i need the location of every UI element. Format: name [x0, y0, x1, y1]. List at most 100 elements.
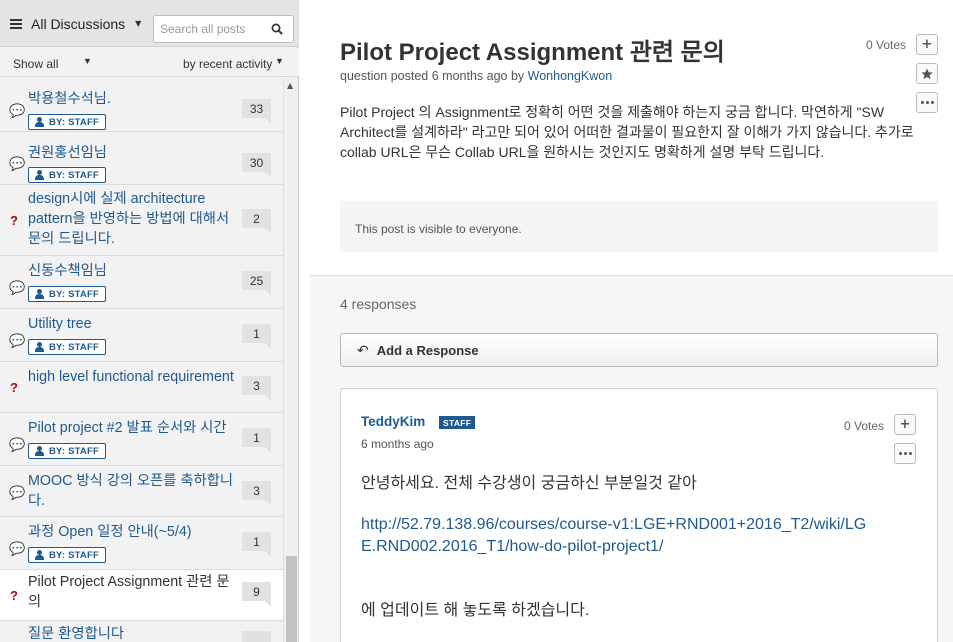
response-more-actions-button[interactable]: [894, 443, 916, 464]
thread-title[interactable]: 질문 환영합니다: [28, 624, 238, 642]
staff-badge: BY: STAFF: [28, 114, 106, 130]
staff-badge: BY: STAFF: [28, 443, 106, 459]
thread-item[interactable]: 질문 환영합니다: [0, 621, 283, 642]
comment-count: 2: [242, 209, 271, 234]
discussion-icon: 💬: [9, 281, 26, 296]
question-icon: ?: [10, 213, 18, 228]
post-author-link[interactable]: WonhongKwon: [528, 69, 613, 83]
thread-title[interactable]: 박용철수석님.: [28, 89, 238, 109]
post-meta: question posted 6 months ago by WonhongK…: [340, 69, 612, 83]
thread-title[interactable]: 권원홍선임님: [28, 143, 238, 163]
thread-detail: Pilot Project Assignment 관련 문의 question …: [310, 0, 953, 642]
thread-title[interactable]: design시에 실제 architecture pattern을 반영하는 방…: [28, 189, 238, 249]
post-title: Pilot Project Assignment 관련 문의: [340, 39, 725, 66]
search-icon[interactable]: [266, 16, 288, 42]
thread-item[interactable]: 💬 박용철수석님. BY: STAFF 33: [0, 78, 283, 132]
response-card: TeddyKim STAFF 6 months ago 0 Votes + 안녕…: [340, 388, 938, 642]
browse-topics-button[interactable]: All Discussions ▼: [0, 8, 146, 39]
discussion-icon: 💬: [9, 438, 26, 453]
filter-bar: Show all ▼ by recent activity ▼: [0, 48, 299, 77]
responses-count: 4 responses: [340, 296, 417, 312]
caret-down-icon[interactable]: ▼: [83, 56, 92, 66]
thread-item[interactable]: 💬 과정 Open 일정 안내(~5/4) BY: STAFF 1: [0, 517, 283, 570]
post-meta-text: question posted 6 months ago by: [340, 69, 525, 83]
more-dots-icon: [898, 452, 912, 455]
post-follow-button[interactable]: [916, 63, 938, 84]
user-icon: [35, 342, 44, 352]
response-timestamp: 6 months ago: [361, 437, 434, 451]
comment-count: 3: [242, 481, 271, 506]
search-box: [153, 15, 294, 43]
user-icon: [35, 446, 44, 456]
thread-item[interactable]: 💬 Pilot project #2 발표 순서와 시간 BY: STAFF 1: [0, 413, 283, 466]
thread-title[interactable]: high level functional requirement: [28, 367, 238, 387]
show-filter-select[interactable]: Show all: [13, 57, 58, 71]
thread-item[interactable]: ? high level functional requirement 3: [0, 362, 283, 413]
user-icon: [35, 117, 44, 127]
staff-badge: BY: STAFF: [28, 286, 106, 302]
user-icon: [35, 289, 44, 299]
thread-item[interactable]: 💬 권원홍선임님 BY: STAFF 30: [0, 132, 283, 185]
thread-list-scrollbar[interactable]: ▲: [283, 78, 298, 642]
plus-icon: +: [899, 417, 911, 432]
thread-item[interactable]: ? design시에 실제 architecture pattern을 반영하는…: [0, 185, 283, 256]
thread-item[interactable]: 💬 Utility tree BY: STAFF 1: [0, 309, 283, 362]
thread-item[interactable]: 💬 MOOC 방식 강의 오픈를 축하합니다. 3: [0, 466, 283, 517]
comment-count: 25: [242, 271, 271, 296]
response-wiki-link[interactable]: http://52.79.138.96/courses/course-v1:LG…: [361, 514, 881, 558]
scrollbar-thumb[interactable]: [286, 556, 297, 642]
comment-count: 1: [242, 324, 271, 349]
caret-down-icon[interactable]: ▼: [275, 56, 284, 66]
staff-badge: BY: STAFF: [28, 167, 106, 183]
response-vote-button[interactable]: +: [894, 414, 916, 435]
star-icon: [921, 68, 933, 79]
comment-count: [242, 631, 271, 642]
post-vote-button[interactable]: +: [916, 34, 938, 55]
thread-title[interactable]: Pilot Project Assignment 관련 문의: [28, 572, 238, 612]
scroll-up-arrow-icon[interactable]: ▲: [287, 81, 293, 90]
response-author-link[interactable]: TeddyKim: [361, 414, 425, 429]
thread-title[interactable]: Pilot project #2 발표 순서와 시간: [28, 418, 238, 438]
thread-title[interactable]: Utility tree: [28, 314, 238, 334]
thread-list: 💬 박용철수석님. BY: STAFF 33 💬 권원홍선임님 BY: STAF…: [0, 78, 283, 642]
comment-count: 3: [242, 376, 271, 401]
comment-count: 9: [242, 582, 271, 607]
comment-count: 1: [242, 532, 271, 557]
response-vote-count: 0 Votes: [844, 419, 885, 433]
thread-title[interactable]: 신동수책임님: [28, 261, 238, 281]
responses-section: 4 responses ↶ Add a Response TeddyKim ST…: [310, 276, 953, 642]
plus-icon: +: [921, 37, 933, 52]
add-response-label: Add a Response: [376, 342, 479, 358]
staff-badge: BY: STAFF: [28, 547, 106, 563]
thread-title[interactable]: 과정 Open 일정 안내(~5/4): [28, 522, 238, 542]
post-visibility-notice: This post is visible to everyone.: [340, 201, 938, 252]
search-input[interactable]: [154, 16, 266, 42]
reply-icon: ↶: [357, 341, 369, 358]
thread-item[interactable]: 💬 신동수책임님 BY: STAFF 25: [0, 256, 283, 309]
staff-badge: BY: STAFF: [28, 339, 106, 355]
question-icon: ?: [10, 380, 18, 395]
more-dots-icon: [920, 101, 934, 104]
thread-item-selected[interactable]: ? Pilot Project Assignment 관련 문의 9: [0, 570, 283, 621]
question-icon: ?: [10, 588, 18, 603]
response-text-line: 안녕하세요. 전체 수강생이 궁금하신 부분일것 같아: [361, 475, 697, 492]
discussion-icon: 💬: [9, 157, 26, 172]
user-icon: [35, 170, 44, 180]
post-body: Pilot Project 의 Assignment로 정확히 어떤 것을 제출…: [340, 104, 914, 160]
post-vote-count: 0 Votes: [866, 38, 907, 52]
user-icon: [35, 550, 44, 560]
hamburger-menu-icon: [10, 17, 22, 31]
staff-role-badge: STAFF: [439, 416, 476, 429]
discussion-icon: 💬: [9, 542, 26, 557]
sidebar-topbar: All Discussions ▼: [0, 0, 299, 47]
comment-count: 33: [242, 99, 271, 124]
comment-count: 30: [242, 153, 271, 178]
discussion-icon: 💬: [9, 104, 26, 119]
caret-down-icon: ▼: [135, 19, 142, 28]
sort-select[interactable]: by recent activity: [183, 57, 272, 71]
thread-title[interactable]: MOOC 방식 강의 오픈를 축하합니다.: [28, 471, 238, 511]
add-response-button[interactable]: ↶ Add a Response: [340, 333, 938, 367]
post-more-actions-button[interactable]: [916, 92, 938, 113]
response-text-line: 에 업데이트 해 놓도록 하겠습니다.: [361, 602, 590, 619]
browse-label: All Discussions: [31, 15, 126, 32]
